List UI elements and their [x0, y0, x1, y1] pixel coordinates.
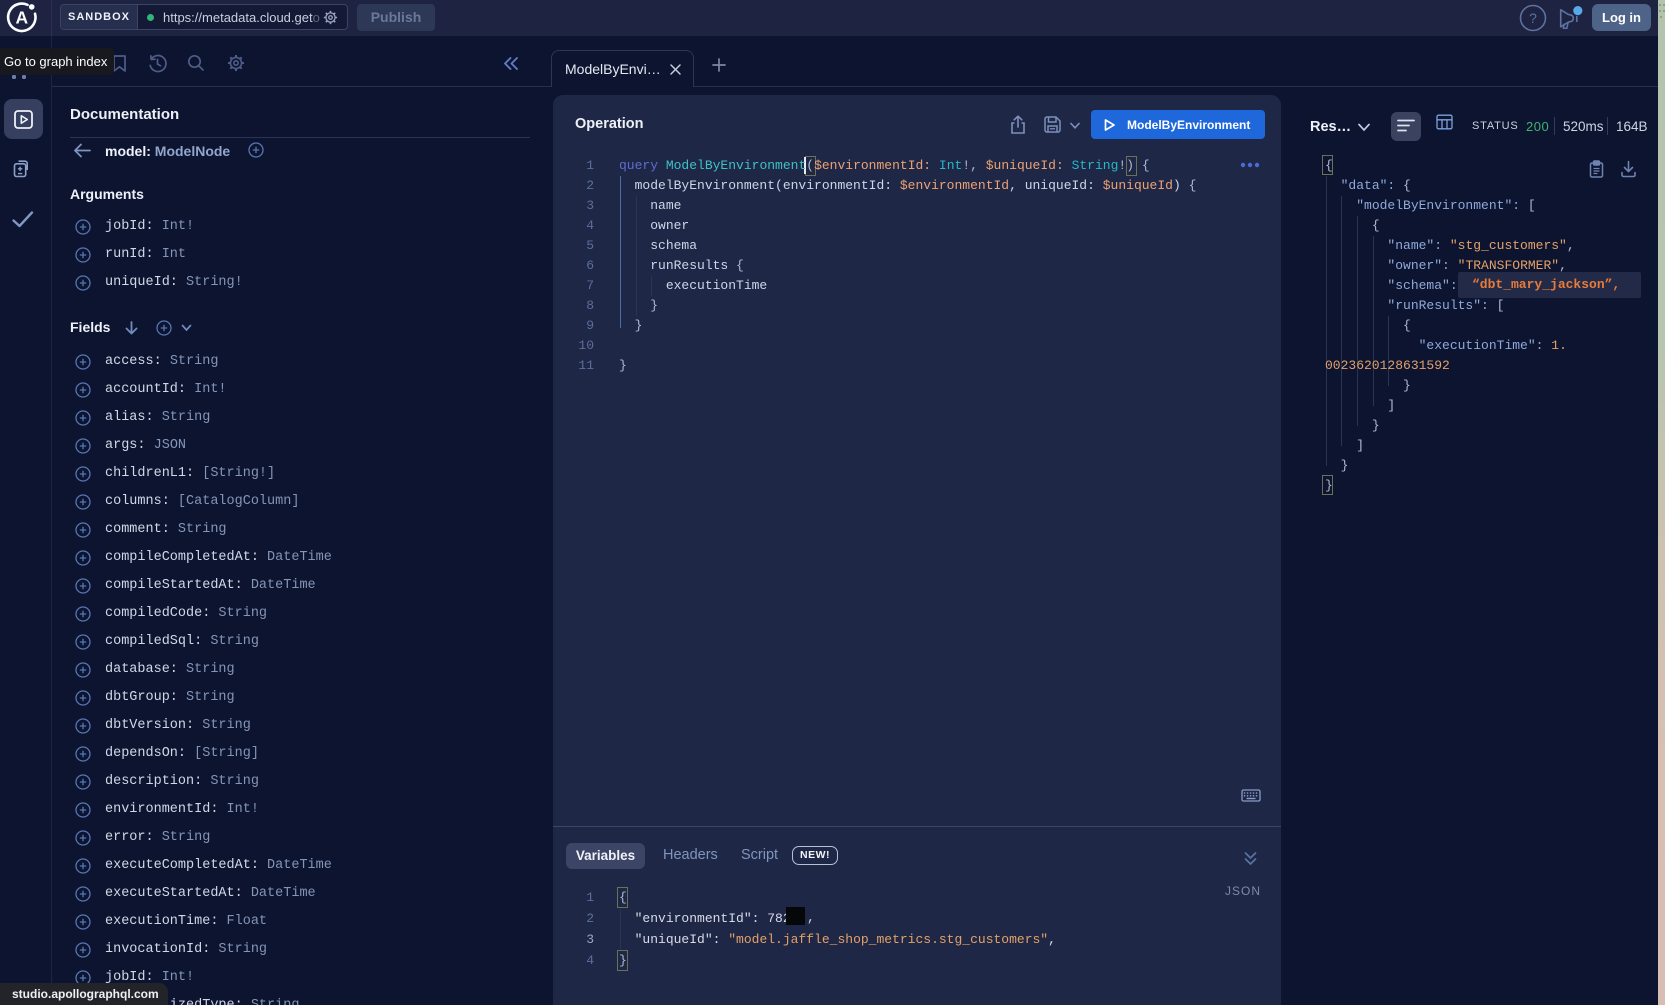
svg-text:?: ?: [1529, 10, 1537, 26]
svg-text:A: A: [15, 8, 28, 28]
